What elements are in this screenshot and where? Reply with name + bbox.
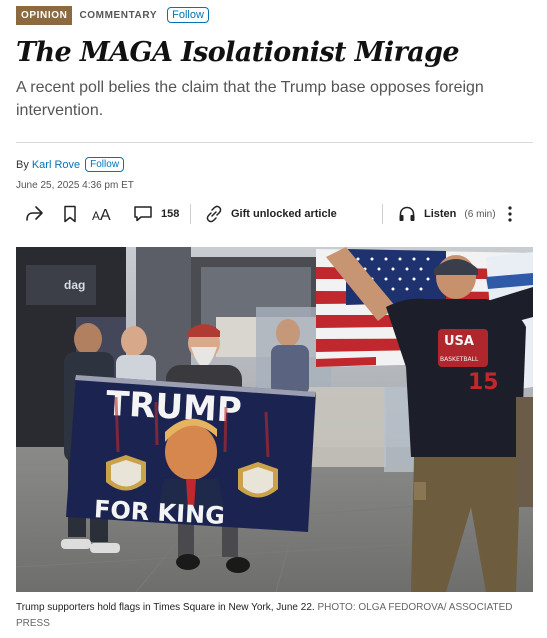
toolbar-divider (382, 204, 383, 224)
text-size-button[interactable]: A A (92, 200, 114, 228)
article-photo[interactable]: dag TRUMP FOR KING USA BASKETBALL 15 (16, 247, 533, 592)
section-name[interactable]: COMMENTARY (79, 10, 157, 21)
comment-icon (134, 206, 152, 222)
divider (16, 142, 533, 143)
save-button[interactable] (63, 200, 77, 228)
svg-text:A: A (100, 207, 111, 223)
share-icon (26, 206, 43, 221)
publish-date: June 25, 2025 4:36 pm ET (16, 180, 134, 191)
article-dek: A recent poll belies the claim that the … (16, 79, 484, 119)
gift-article-button[interactable]: Gift unlocked article (204, 200, 337, 228)
photo-illustration: dag TRUMP FOR KING USA BASKETBALL 15 (16, 247, 533, 592)
share-button[interactable] (24, 200, 44, 228)
section-header: OPINION COMMENTARY Follow (16, 5, 209, 25)
svg-text:dag: dag (64, 278, 85, 292)
svg-text:A: A (92, 209, 100, 223)
more-vertical-icon (508, 206, 512, 222)
opinion-badge[interactable]: OPINION (16, 5, 73, 25)
photo-caption: Trump supporters hold flags in Times Squ… (16, 600, 533, 632)
bookmark-icon (64, 205, 76, 223)
caption-text: Trump supporters hold flags in Times Squ… (16, 602, 315, 613)
comment-count: 158 (161, 208, 180, 220)
article-toolbar: A A 158 Gift unlocked article Listen (6 … (16, 200, 533, 228)
listen-duration: (6 min) (464, 208, 496, 220)
text-size-icon: A A (92, 207, 111, 223)
banner-top-text: TRUMP (105, 384, 243, 431)
listen-button[interactable]: Listen (6 min) (398, 200, 496, 228)
article-headline: The MAGA Isolationist Mirage (16, 37, 460, 68)
listen-label: Listen (424, 208, 457, 220)
headphones-icon (399, 206, 415, 221)
author-link[interactable]: Karl Rove (32, 159, 80, 171)
gift-label: Gift unlocked article (231, 208, 337, 220)
shirt-text-usa: USA (444, 334, 474, 349)
follow-section-button[interactable]: Follow (167, 7, 209, 23)
byline-prefix: By (16, 158, 29, 171)
byline: By Karl Rove Follow (16, 157, 125, 172)
shirt-number: 15 (468, 370, 499, 395)
follow-author-button[interactable]: Follow (85, 157, 125, 172)
link-icon (206, 205, 222, 223)
trump-banner: TRUMP FOR KING (66, 375, 316, 532)
shirt-text-basketball: BASKETBALL (440, 356, 479, 363)
toolbar-divider (190, 204, 191, 224)
more-options-button[interactable] (506, 200, 514, 228)
comments-button[interactable]: 158 (133, 200, 179, 228)
